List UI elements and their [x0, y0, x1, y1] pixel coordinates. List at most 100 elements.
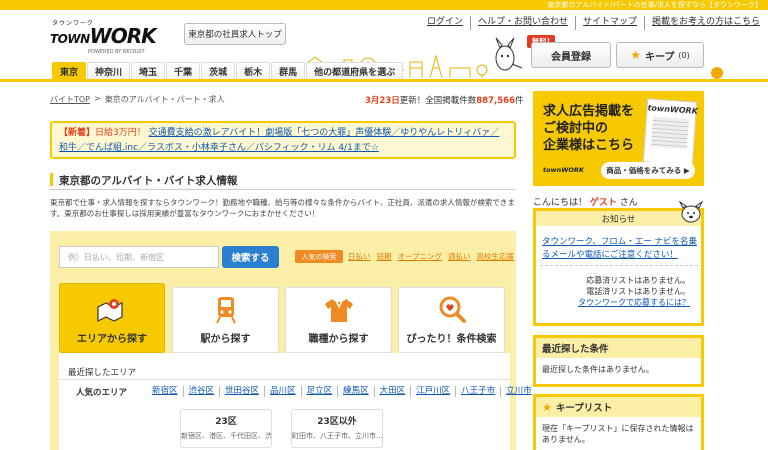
- tab-chiba[interactable]: 千葉: [166, 62, 201, 79]
- ad-logo: townWORK: [543, 166, 584, 174]
- category-condition-tab[interactable]: ぴったり！条件検索: [398, 287, 505, 353]
- keep-list-title: キープリスト: [555, 403, 613, 414]
- divider: [540, 265, 698, 266]
- breadcrumb: バイトTOP > 東京のアルバイト・パート・求人: [50, 94, 225, 105]
- area-box-outside-23ku[interactable]: 23区以外 町田市、八王子市、立川市...: [291, 409, 383, 448]
- employee-toppage-button[interactable]: 東京都の社員求人トップ: [184, 23, 286, 45]
- listing-count: 887,566: [476, 96, 515, 106]
- townwork-logo[interactable]: タウンワーク TOWNWORK POWERED BY RECRUIT: [50, 16, 172, 55]
- popular-search-link[interactable]: 週払い: [448, 250, 471, 263]
- category-area-tab[interactable]: エリアから探す: [59, 283, 165, 353]
- greeting-suffix: さん: [619, 198, 638, 208]
- keep-count: (0): [678, 50, 690, 60]
- shirt-icon: [324, 299, 353, 322]
- called-text: 電話済リストはありません。: [586, 287, 690, 296]
- search-button[interactable]: 検索する: [222, 246, 279, 268]
- popular-search-link[interactable]: 短期: [377, 250, 392, 263]
- area-box-title: 23区: [215, 417, 237, 427]
- search-input[interactable]: 例）日払い、短期、新宿区: [59, 246, 219, 268]
- map-icon: [97, 299, 123, 322]
- greeting-prefix: こんにちは！: [533, 198, 588, 208]
- prefecture-bar-line: [0, 79, 768, 82]
- area-link-ota[interactable]: 大田区: [373, 386, 411, 397]
- dog-mascot-icon: [678, 200, 704, 223]
- news-banner[interactable]: 【新着】日給3万円！ 交通費支給の激レアバイト！劇場版「七つの大罪」声優体験／ゆ…: [50, 121, 516, 159]
- heading-bar: [50, 173, 53, 186]
- popular-area-label: 人気のエリア: [76, 388, 128, 398]
- how-to-apply-link[interactable]: タウンワークで応募するには？: [578, 298, 690, 307]
- logo-town: TOWN: [50, 32, 90, 46]
- area-link-shibuya[interactable]: 渋谷区: [182, 386, 220, 397]
- breadcrumb-current: 東京のアルバイト・パート・求人: [104, 95, 225, 104]
- keep-list-text: 現在「キープリスト」に保存された情報はありません。: [542, 424, 694, 444]
- magazine-page: [650, 116, 689, 150]
- recent-conditions-header: 最近探した条件: [536, 338, 701, 358]
- popular-search-list: 日払い 短期 オープニング 週払い 高校生応援: [348, 250, 514, 263]
- area-link-hachioji[interactable]: 八王子市: [455, 386, 500, 397]
- area-link-edogawa[interactable]: 江戸川区: [410, 386, 455, 397]
- breadcrumb-separator: >: [94, 94, 101, 103]
- logo-wordmark: TOWNWORK: [50, 24, 157, 48]
- logo-work: WORK: [89, 24, 157, 48]
- star-icon: ★: [630, 48, 641, 62]
- keep-label: キープ: [645, 51, 675, 63]
- category-job-type-tab[interactable]: 職種から探す: [285, 287, 392, 353]
- logo-powered-by: POWERED BY RECRUIT: [88, 49, 145, 55]
- magnifier-icon: [439, 296, 466, 323]
- news-tag: 【新着】: [59, 128, 96, 138]
- scam-warning-link[interactable]: タウンワーク、フロム・エー ナビを名乗るメールや電話にご注意ください！: [542, 236, 698, 262]
- magazine-image: townWORK: [642, 98, 699, 166]
- tab-ibaraki[interactable]: 茨城: [201, 62, 236, 79]
- applied-status: 応募済リストはありません。 電話済リストはありません。 タウンワークで応募するに…: [542, 275, 690, 308]
- tab-gunma[interactable]: 群馬: [271, 62, 306, 79]
- recent-conditions-title: 最近探した条件: [542, 344, 609, 355]
- tab-tochigi[interactable]: 栃木: [236, 62, 271, 79]
- area-link-nerima[interactable]: 練馬区: [337, 386, 374, 397]
- prefecture-bar: 東京 神奈川 埼玉 千葉 茨城 栃木 群馬 他の都道府県を選ぶ: [0, 62, 768, 82]
- popular-area-links: 新宿区 渋谷区 世田谷区 品川区 足立区 練馬区 大田区 江戸川区 八王子市 立…: [152, 386, 537, 397]
- help-link[interactable]: ヘルプ・お問い合わせ: [470, 16, 575, 30]
- tab-tokyo[interactable]: 東京: [52, 62, 87, 79]
- area-link-tachikawa[interactable]: 立川市: [500, 386, 537, 397]
- area-link-shinjuku[interactable]: 新宿区: [152, 386, 183, 397]
- notice-header: お知らせ: [536, 211, 701, 226]
- update-mid: 更新！全国掲載件数: [399, 96, 477, 106]
- advertise-link[interactable]: 掲載をお考えの方はこちら: [644, 16, 767, 30]
- category-label: エリアから探す: [77, 334, 147, 345]
- breadcrumb-home[interactable]: バイトTOP: [50, 94, 90, 105]
- ad-line: 企業様はこちら: [543, 138, 635, 153]
- keep-list-box: ★ キープリスト 現在「キープリスト」に保存された情報はありません。: [533, 394, 704, 450]
- area-box-23ku[interactable]: 23区 新宿区、港区、千代田区、渋...: [180, 409, 272, 448]
- area-link-shinagawa[interactable]: 品川区: [264, 386, 301, 397]
- update-info: 3月23日更新！全国掲載件数887,566件: [365, 94, 524, 106]
- pricing-button[interactable]: 商品・価格をみてみる ▶: [601, 162, 695, 179]
- star-icon: ★: [542, 400, 552, 414]
- tab-kanagawa[interactable]: 神奈川: [87, 62, 131, 79]
- magazine-logo: townWORK: [647, 103, 699, 116]
- popular-search-link[interactable]: 高校生応援: [477, 250, 515, 263]
- area-link-setagaya[interactable]: 世田谷区: [219, 386, 264, 397]
- popular-search-label: 人気の検索: [295, 250, 343, 263]
- greeting: こんにちは！ ゲスト さん: [533, 195, 638, 208]
- prefecture-tabs: 東京 神奈川 埼玉 千葉 茨城 栃木 群馬 他の都道府県を選ぶ: [52, 62, 404, 79]
- section-heading: 東京都のアルバイト・バイト求人情報: [50, 172, 516, 190]
- train-icon: [215, 297, 236, 324]
- divider: [59, 379, 510, 380]
- popular-search-link[interactable]: 日払い: [348, 250, 371, 263]
- tab-saitama[interactable]: 埼玉: [131, 62, 166, 79]
- section-title: 東京都のアルバイト・バイト求人情報: [59, 175, 238, 187]
- recent-conditions-text: 最近探した条件はありません。: [542, 365, 654, 374]
- login-link[interactable]: ログイン: [420, 16, 470, 30]
- sitemap-link[interactable]: サイトマップ: [575, 16, 644, 30]
- applied-text: 応募済リストはありません。: [586, 276, 690, 285]
- news-highlight: 日給3万円！: [95, 128, 146, 138]
- tab-other-prefectures[interactable]: 他の都道府県を選ぶ: [306, 62, 404, 79]
- area-link-adachi[interactable]: 足立区: [300, 386, 338, 397]
- section-description: 東京都で仕事・求人情報を探すならタウンワーク！勤務地や職種、給与等の様々な条件か…: [50, 198, 515, 218]
- listing-unit: 件: [514, 96, 524, 106]
- update-date: 3月23日: [365, 96, 400, 106]
- recent-area-label: 最近探したエリア: [68, 368, 137, 378]
- popular-search-link[interactable]: オープニング: [398, 250, 443, 263]
- header-links: ログイン ヘルプ・お問い合わせ サイトマップ 掲載をお考えの方はこちら: [420, 16, 767, 30]
- category-station-tab[interactable]: 駅から探す: [172, 287, 279, 353]
